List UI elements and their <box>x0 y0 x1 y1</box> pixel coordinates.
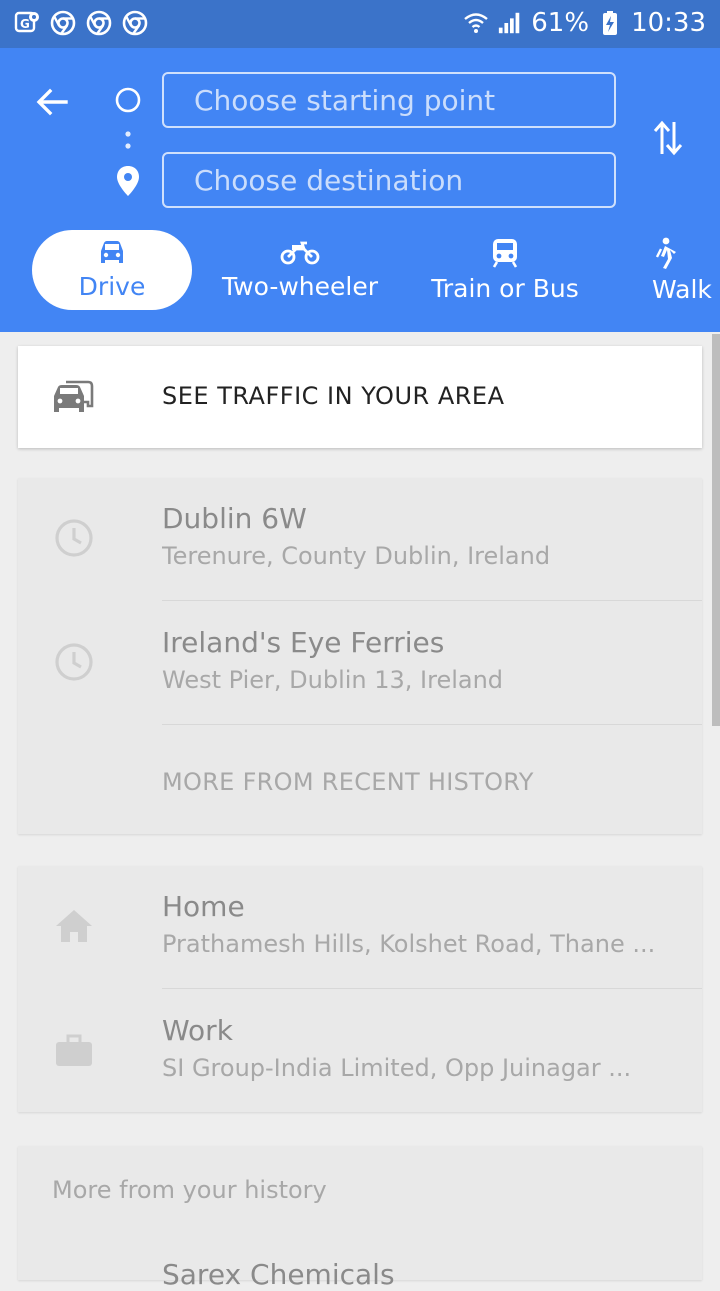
more-history-card: More from your history Sarex Chemicals <box>18 1146 702 1291</box>
list-item-home[interactable]: Home Prathamesh Hills, Kolshet Road, Tha… <box>18 866 702 990</box>
travel-mode-tabs: Drive Two-wheeler Train or Bus Walk <box>0 230 720 310</box>
tab-drive-label: Drive <box>78 271 146 301</box>
list-item-title: Ireland's Eye Ferries <box>162 626 445 659</box>
chrome-icon <box>50 10 76 36</box>
svg-text:G: G <box>20 17 30 31</box>
see-traffic-card[interactable]: SEE TRAFFIC IN YOUR AREA <box>18 346 702 448</box>
list-item-title: Dublin 6W <box>162 502 307 535</box>
train-icon <box>492 238 518 268</box>
maps-notification-icon: G <box>14 10 40 36</box>
walk-icon <box>655 237 676 269</box>
traffic-cars-icon <box>52 376 96 420</box>
list-item[interactable]: Dublin 6W Terenure, County Dublin, Irela… <box>18 478 702 602</box>
notification-icons: G <box>14 10 148 36</box>
recent-history-card: Dublin 6W Terenure, County Dublin, Irela… <box>18 478 702 834</box>
tab-walk-label: Walk <box>652 274 712 304</box>
origin-circle-icon <box>115 87 141 113</box>
list-item[interactable]: Ireland's Eye Ferries West Pier, Dublin … <box>18 602 702 726</box>
route-indicator <box>112 86 144 236</box>
list-item-subtitle: Prathamesh Hills, Kolshet Road, Thane ..… <box>162 930 656 958</box>
chrome-icon <box>122 10 148 36</box>
destination-pin-icon <box>117 166 139 196</box>
tab-walk[interactable]: Walk <box>652 230 720 310</box>
tab-two-wheeler[interactable]: Two-wheeler <box>210 230 390 310</box>
history-clock-icon <box>52 640 96 684</box>
more-history-title: More from your history <box>52 1176 327 1204</box>
arrow-back-icon <box>36 88 68 116</box>
swap-button[interactable] <box>646 116 690 160</box>
divider <box>162 600 702 601</box>
tab-drive[interactable]: Drive <box>32 230 192 310</box>
list-item-subtitle: West Pier, Dublin 13, Ireland <box>162 666 504 694</box>
directions-header: Drive Two-wheeler Train or Bus Walk <box>0 48 720 332</box>
home-icon <box>52 904 96 948</box>
status-bar: G 61% 10:33 <box>0 0 720 48</box>
destination-input[interactable] <box>194 163 614 197</box>
destination-field[interactable] <box>162 152 616 208</box>
divider <box>162 724 702 725</box>
briefcase-icon <box>52 1028 96 1072</box>
swap-vertical-icon <box>653 120 683 156</box>
chrome-icon <box>86 10 112 36</box>
signal-icon <box>497 10 523 36</box>
status-right: 61% 10:33 <box>463 8 706 38</box>
wifi-icon <box>463 10 489 36</box>
list-item-subtitle: SI Group-India Limited, Opp Juinagar ... <box>162 1054 632 1082</box>
list-item-work[interactable]: Work SI Group-India Limited, Opp Juinaga… <box>18 990 702 1114</box>
clock: 10:33 <box>631 8 706 38</box>
battery-percent: 61% <box>531 8 590 38</box>
divider <box>162 988 702 989</box>
list-item-subtitle: Terenure, County Dublin, Ireland <box>162 542 551 570</box>
tab-train-or-bus[interactable]: Train or Bus <box>410 230 600 310</box>
starting-point-field[interactable] <box>162 72 616 128</box>
list-item-title: Home <box>162 890 245 923</box>
list-item-title: Work <box>162 1014 233 1047</box>
scrollbar[interactable] <box>712 334 720 726</box>
battery-charging-icon <box>597 10 623 36</box>
see-traffic-label: SEE TRAFFIC IN YOUR AREA <box>162 382 505 410</box>
tab-two-wheeler-label: Two-wheeler <box>221 271 379 301</box>
motorbike-icon <box>280 241 320 264</box>
saved-places-card: Home Prathamesh Hills, Kolshet Road, Tha… <box>18 866 702 1112</box>
more-from-recent-history-button[interactable]: MORE FROM RECENT HISTORY <box>162 768 534 796</box>
history-clock-icon <box>52 516 96 560</box>
car-icon <box>101 240 123 263</box>
list-item-title[interactable]: Sarex Chemicals <box>162 1258 395 1291</box>
back-button[interactable] <box>30 80 74 124</box>
tab-train-or-bus-label: Train or Bus <box>431 273 579 303</box>
starting-point-input[interactable] <box>194 83 614 117</box>
